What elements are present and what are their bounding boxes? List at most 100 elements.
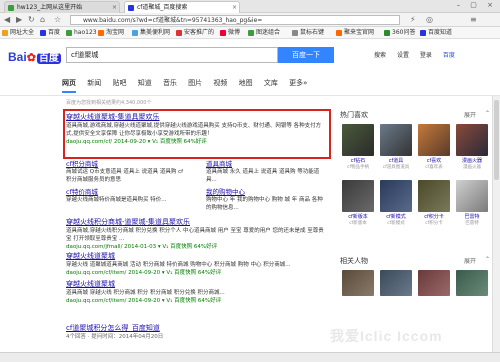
- result-title-link[interactable]: 穿越火线积分商城-道聚城-集道具聚欢乐: [66, 218, 328, 227]
- chevron-up-icon[interactable]: ⌃: [485, 110, 490, 117]
- search-result-4: 穿越火线道聚城 道具商城 穿越火线 积分商城 积分 积分商城 积分兑换 积分商城…: [66, 280, 328, 305]
- result-count: 百度为您找到相关结果约4,340,000个: [66, 100, 152, 106]
- thumb-image[interactable]: [418, 180, 450, 212]
- sitelink-4: 我的购物中心 购物中心 年 我的购物中心 购物 城 年 商品 各种的购物信息..…: [206, 188, 323, 211]
- paw-icon: ✿: [26, 52, 36, 64]
- tab-more[interactable]: 更多»: [289, 78, 307, 88]
- thumb-image[interactable]: [418, 124, 450, 156]
- tab-map[interactable]: 地图: [239, 78, 253, 88]
- result-meta: 4个回答 · 提问时间：2014年04月20日: [66, 334, 164, 340]
- search-result-5: cf道聚城积分怎么得_百度知道 4个回答 · 提问时间：2014年04月20日: [66, 324, 328, 341]
- expand-link[interactable]: 展开: [464, 110, 476, 119]
- tab-label: hw123_上网从这里开始: [17, 4, 83, 11]
- result-title-link[interactable]: 穿越火线道聚城: [66, 252, 328, 261]
- close-icon[interactable]: ×: [232, 2, 237, 13]
- divider: [0, 95, 500, 96]
- link-search[interactable]: 搜索: [374, 52, 386, 59]
- expand-link[interactable]: 展开: [464, 256, 476, 265]
- thumb-image[interactable]: [456, 124, 488, 156]
- search-tabs: 网页 新闻 贴吧 知道 音乐 图片 视频 地图 文库 更多»: [62, 78, 316, 93]
- tab-images[interactable]: 图片: [188, 78, 202, 88]
- sidebar-grid-row: [340, 270, 492, 300]
- right-sidebar: 热门喜欢 展开 ⌃ cf钻石 cf道具 cf喜欢 漫画火器 cf物品手柄 cf道…: [340, 110, 492, 300]
- thumb-image[interactable]: [380, 124, 412, 156]
- thumb-image[interactable]: [418, 270, 450, 296]
- bookmarks-bar: 网址大全 百度 hao123 淘宝网 集美便利网 安客推广的 微博 图迷组合 鼠…: [0, 27, 500, 39]
- result-desc: 道具商城 穿越火线 积分商城 积分 积分商城 积分兑换 积分商城...: [66, 290, 225, 296]
- tab-label: cf道聚城_百度搜索: [137, 4, 188, 11]
- result-title-link[interactable]: 穿越火线道聚城: [66, 280, 328, 289]
- bookmark-item[interactable]: 聚来宝官网: [336, 28, 374, 38]
- close-icon[interactable]: ×: [112, 2, 117, 13]
- thumb-image[interactable]: [456, 180, 488, 212]
- window-controls[interactable]: – ▢ ×: [457, 1, 497, 9]
- result-url[interactable]: daoju.qq.com/cf/item/ 2014-09-20 ▾ V₁ 百度…: [66, 297, 328, 305]
- tab-zhidao[interactable]: 知道: [138, 78, 152, 88]
- sidebar-heading: 热门喜欢 展开 ⌃: [340, 110, 490, 119]
- bookmark-item[interactable]: 淘宝网: [98, 28, 124, 38]
- scrollbar-thumb[interactable]: [494, 100, 499, 180]
- menu-icon[interactable]: ≡: [470, 15, 477, 25]
- forward-icon[interactable]: ▶: [16, 15, 22, 25]
- baidu-header: Bai✿ 百度 cf道聚城 百度一下 搜索 设置 登录 百度 网页 新闻 贴吧 知…: [0, 40, 500, 96]
- thumb-image[interactable]: [342, 124, 374, 156]
- thumb-image[interactable]: [342, 180, 374, 212]
- lightning-icon[interactable]: ⚡: [410, 15, 416, 25]
- address-bar[interactable]: www.baidu.com/s?wd=cf道聚城&tn=95741363_hao…: [70, 15, 400, 25]
- search-result-3: 穿越火线道聚城 穿越火线 道聚城道具商城 活动 积分商城 特价商城 购物中心 积…: [66, 252, 328, 277]
- tab-tieba[interactable]: 贴吧: [112, 78, 126, 88]
- bookmark-item[interactable]: 图迷组合: [248, 28, 280, 38]
- refresh-icon[interactable]: ↻: [28, 15, 35, 25]
- sitelink-1: cf积分商城 商城试运 Q币支意道具 道具上 说道具 道具购 cf积分商城服务员…: [66, 160, 184, 183]
- tab-video[interactable]: 视频: [213, 78, 227, 88]
- tab-music[interactable]: 音乐: [163, 78, 177, 88]
- sidebar-heading-related: 相关人物 展开 ⌃: [340, 256, 490, 265]
- sidebar-grid-row: cf新版本 cf新模式 cf积分卡 巴雷特 cf新版本 cf新模式 cf积分卡 …: [340, 180, 492, 230]
- scrollbar[interactable]: [492, 96, 500, 352]
- result-desc: 道具商城,穿越火线积分商城 积分兑换 积分个人 中心道具商城 用户 至宝 尊爱的…: [66, 228, 324, 242]
- link-settings[interactable]: 设置: [397, 52, 409, 59]
- search-input[interactable]: cf道聚城: [66, 47, 278, 63]
- star-icon[interactable]: ☆: [54, 15, 61, 25]
- bookmark-item[interactable]: 百度知道: [420, 28, 452, 38]
- result-desc: 穿越火线 道聚城道具商城 活动 积分商城 特价商城 购物中心 积分商城 购物 中…: [66, 262, 291, 268]
- bookmark-item[interactable]: 安客推广的: [176, 28, 214, 38]
- bookmark-item[interactable]: 百度: [40, 28, 60, 38]
- browser-tab-bar: hw123_上网从这里开始 × cf道聚城_百度搜索 × – ▢ ×: [0, 0, 500, 13]
- bookmark-item[interactable]: 360问答: [384, 28, 415, 38]
- sitelink-2: 道具商城 道具商城 永久 道具上 说道具 道具购 等功能道具...: [206, 160, 320, 183]
- hao123-icon: [8, 5, 14, 11]
- bookmark-item[interactable]: 微博: [220, 28, 240, 38]
- search-result-2: 穿越火线积分商城-道聚城-集道具聚欢乐 道具商城,穿越火线积分商城 积分兑换 积…: [66, 218, 328, 251]
- search-button[interactable]: 百度一下: [278, 47, 334, 63]
- browser-tab-baidu[interactable]: cf道聚城_百度搜索 ×: [124, 1, 240, 13]
- baidu-paw-icon: [128, 5, 134, 11]
- back-icon[interactable]: ◀: [4, 15, 10, 25]
- url-text: www.baidu.com/s?wd=cf道聚城&tn=95741363_hao…: [83, 17, 263, 24]
- result-title-link[interactable]: cf道聚城积分怎么得_百度知道: [66, 324, 328, 333]
- bookmark-item[interactable]: 网址大全: [2, 28, 34, 38]
- sitelink-3: cf特价商城 穿越火线商城特价商城是道具购买 特价...: [66, 188, 167, 203]
- bookmark-item[interactable]: hao123: [66, 28, 97, 38]
- link-login[interactable]: 登录: [420, 52, 432, 59]
- tab-news[interactable]: 新闻: [87, 78, 101, 88]
- search-engine-icon[interactable]: ◎: [426, 15, 433, 25]
- baidu-logo[interactable]: Bai✿ 百度: [8, 49, 61, 64]
- status-bar: [0, 352, 500, 362]
- thumb-image[interactable]: [380, 270, 412, 296]
- tab-wenku[interactable]: 文库: [264, 78, 278, 88]
- bookmark-item[interactable]: 鼠标右键: [292, 28, 324, 38]
- link-baidu[interactable]: 百度: [443, 52, 455, 59]
- chevron-up-icon[interactable]: ⌃: [485, 256, 490, 263]
- thumb-image[interactable]: [342, 270, 374, 296]
- thumb-image[interactable]: [456, 270, 488, 296]
- result-url[interactable]: daoju.qq.com/jfmall/ 2014-01-03 ▾ V₁ 百度快…: [66, 243, 328, 251]
- tab-web[interactable]: 网页: [62, 78, 76, 93]
- thumb-image[interactable]: [380, 180, 412, 212]
- result-url[interactable]: daoju.qq.com/cf/item/ 2014-09-20 ▾ V₁ 百度…: [66, 269, 328, 277]
- home-icon[interactable]: ⌂: [40, 15, 45, 25]
- browser-tab-hao123[interactable]: hw123_上网从这里开始 ×: [4, 1, 120, 13]
- highlight-box: [63, 109, 331, 159]
- navigation-bar: ◀ ▶ ↻ ⌂ ☆ www.baidu.com/s?wd=cf道聚城&tn=95…: [0, 13, 500, 27]
- bookmark-item[interactable]: 集美便利网: [132, 28, 170, 38]
